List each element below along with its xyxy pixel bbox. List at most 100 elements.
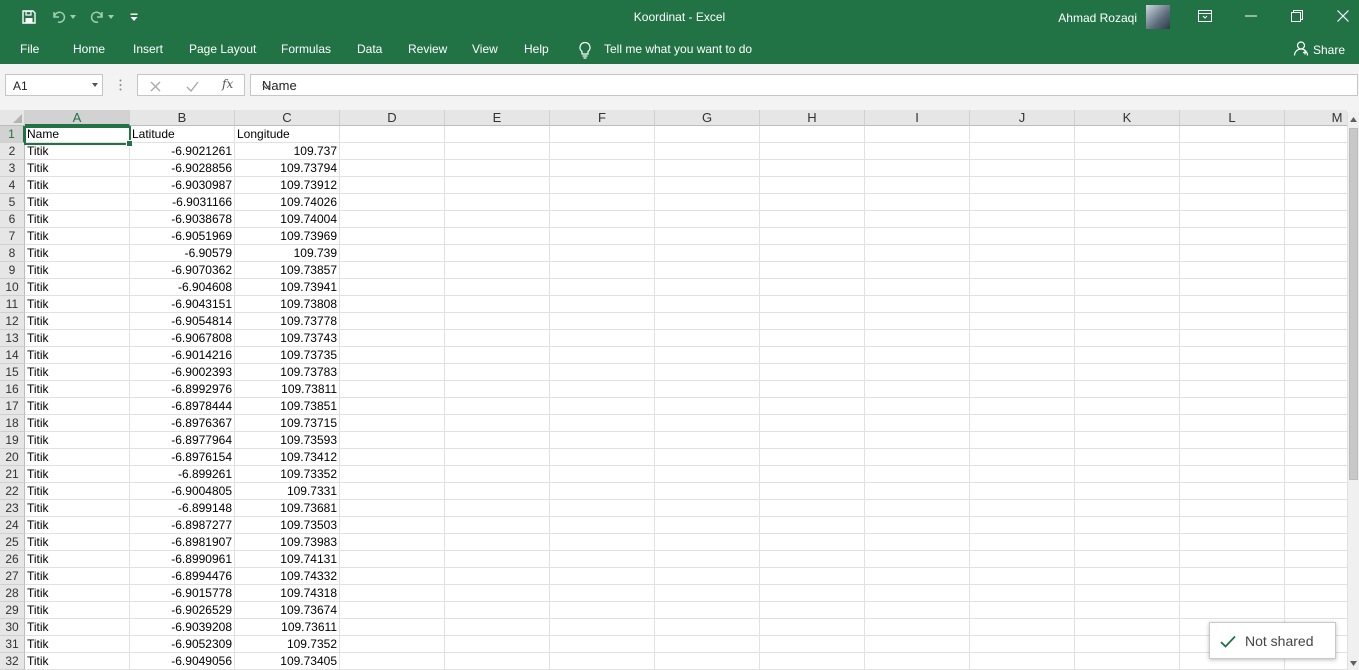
table-cell[interactable]: [340, 517, 445, 534]
table-cell[interactable]: [865, 619, 970, 636]
table-cell[interactable]: [865, 415, 970, 432]
insert-function-icon[interactable]: fx: [222, 77, 233, 91]
table-cell[interactable]: [1075, 313, 1180, 330]
table-cell[interactable]: [655, 636, 760, 653]
table-cell[interactable]: [760, 517, 865, 534]
table-cell[interactable]: [970, 449, 1075, 466]
table-cell[interactable]: [340, 483, 445, 500]
row-header[interactable]: 25: [0, 534, 25, 551]
table-cell[interactable]: [445, 653, 550, 670]
table-cell[interactable]: -6.8994476: [130, 568, 235, 585]
table-cell[interactable]: 109.73352: [235, 466, 340, 483]
table-cell[interactable]: [760, 653, 865, 670]
table-cell[interactable]: -6.9039208: [130, 619, 235, 636]
table-cell[interactable]: [865, 262, 970, 279]
table-cell[interactable]: [760, 160, 865, 177]
table-cell[interactable]: [865, 160, 970, 177]
table-cell[interactable]: [1075, 126, 1180, 143]
table-cell[interactable]: [550, 483, 655, 500]
table-cell[interactable]: [760, 228, 865, 245]
table-cell[interactable]: -6.8992976: [130, 381, 235, 398]
table-cell[interactable]: 109.739: [235, 245, 340, 262]
table-cell[interactable]: [655, 194, 760, 211]
table-cell[interactable]: Titik: [25, 415, 130, 432]
table-cell[interactable]: [1075, 602, 1180, 619]
table-cell[interactable]: 109.73674: [235, 602, 340, 619]
table-cell[interactable]: [1285, 415, 1347, 432]
table-cell[interactable]: [760, 262, 865, 279]
worksheet-grid[interactable]: A B C D E F G H I J K L M 1 Name Latitude Longitude 2 Titi…: [0, 110, 1347, 670]
table-cell[interactable]: [970, 381, 1075, 398]
table-cell[interactable]: -6.9051969: [130, 228, 235, 245]
table-cell[interactable]: [445, 262, 550, 279]
table-cell[interactable]: [1180, 466, 1285, 483]
table-cell[interactable]: [550, 432, 655, 449]
table-cell[interactable]: [1075, 296, 1180, 313]
table-cell[interactable]: [340, 330, 445, 347]
table-cell[interactable]: [655, 262, 760, 279]
table-cell[interactable]: Titik: [25, 432, 130, 449]
table-cell[interactable]: [340, 585, 445, 602]
table-cell[interactable]: [340, 245, 445, 262]
table-cell[interactable]: [1285, 517, 1347, 534]
table-cell[interactable]: [760, 211, 865, 228]
table-cell[interactable]: [340, 636, 445, 653]
tab-formulas[interactable]: Formulas: [281, 42, 331, 56]
header-cell[interactable]: Name: [25, 126, 130, 143]
table-cell[interactable]: [550, 398, 655, 415]
table-cell[interactable]: [550, 466, 655, 483]
table-cell[interactable]: 109.73808: [235, 296, 340, 313]
table-cell[interactable]: [445, 636, 550, 653]
row-header[interactable]: 27: [0, 568, 25, 585]
table-cell[interactable]: [445, 432, 550, 449]
column-header-h[interactable]: H: [760, 110, 865, 126]
row-header[interactable]: 24: [0, 517, 25, 534]
table-cell[interactable]: [340, 228, 445, 245]
tab-review[interactable]: Review: [408, 42, 447, 56]
table-cell[interactable]: [1285, 211, 1347, 228]
table-cell[interactable]: [760, 398, 865, 415]
row-header[interactable]: 8: [0, 245, 25, 262]
table-cell[interactable]: Titik: [25, 279, 130, 296]
row-header[interactable]: 28: [0, 585, 25, 602]
table-cell[interactable]: [550, 534, 655, 551]
table-cell[interactable]: 109.73778: [235, 313, 340, 330]
scroll-up-icon[interactable]: [1348, 112, 1359, 126]
row-header[interactable]: 16: [0, 381, 25, 398]
redo-dropdown-icon[interactable]: [106, 8, 116, 26]
header-cell[interactable]: Latitude: [130, 126, 235, 143]
table-cell[interactable]: [760, 313, 865, 330]
table-cell[interactable]: 109.7331: [235, 483, 340, 500]
table-cell[interactable]: [655, 466, 760, 483]
table-cell[interactable]: [865, 585, 970, 602]
table-cell[interactable]: [865, 551, 970, 568]
table-cell[interactable]: [970, 143, 1075, 160]
table-cell[interactable]: Titik: [25, 483, 130, 500]
table-cell[interactable]: Titik: [25, 551, 130, 568]
table-cell[interactable]: [760, 143, 865, 160]
table-cell[interactable]: -6.8978444: [130, 398, 235, 415]
table-cell[interactable]: [970, 466, 1075, 483]
row-header[interactable]: 31: [0, 636, 25, 653]
undo-icon[interactable]: [50, 8, 68, 26]
table-cell[interactable]: [655, 568, 760, 585]
table-cell[interactable]: [1075, 143, 1180, 160]
table-cell[interactable]: Titik: [25, 194, 130, 211]
table-cell[interactable]: [970, 245, 1075, 262]
table-cell[interactable]: [970, 398, 1075, 415]
avatar[interactable]: [1146, 5, 1170, 29]
customize-toolbar-icon[interactable]: [127, 8, 141, 26]
table-cell[interactable]: Titik: [25, 619, 130, 636]
table-cell[interactable]: [970, 330, 1075, 347]
table-cell[interactable]: [1285, 500, 1347, 517]
table-cell[interactable]: 109.73681: [235, 500, 340, 517]
table-cell[interactable]: [445, 602, 550, 619]
column-header-g[interactable]: G: [655, 110, 760, 126]
table-cell[interactable]: Titik: [25, 177, 130, 194]
table-cell[interactable]: [1285, 551, 1347, 568]
table-cell[interactable]: [970, 602, 1075, 619]
row-header[interactable]: 29: [0, 602, 25, 619]
tab-page-layout[interactable]: Page Layout: [189, 42, 256, 56]
table-cell[interactable]: [1180, 211, 1285, 228]
table-cell[interactable]: [550, 296, 655, 313]
